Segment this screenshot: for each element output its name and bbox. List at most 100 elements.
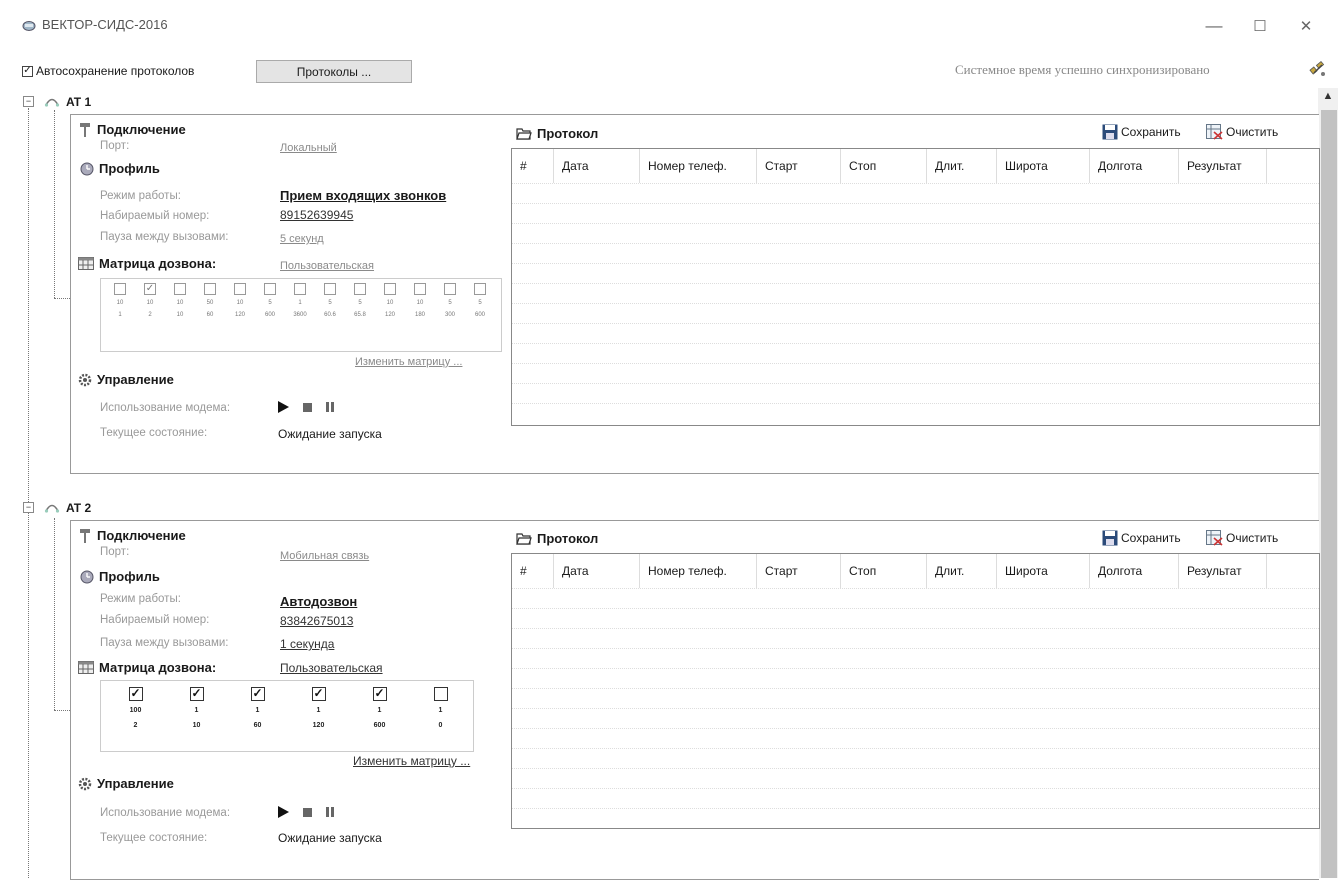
play-icon[interactable]	[278, 806, 289, 818]
column-header[interactable]: Старт	[757, 554, 841, 588]
matrix-checkbox[interactable]: ✓	[189, 687, 204, 701]
dial-number-link[interactable]: 83842675013	[280, 614, 353, 628]
column-header[interactable]: Дата	[554, 554, 640, 588]
table-row[interactable]	[512, 728, 1319, 748]
matrix-checkbox[interactable]	[354, 283, 366, 295]
column-header[interactable]: Стоп	[841, 149, 927, 183]
column-header[interactable]: Широта	[997, 149, 1090, 183]
table-row[interactable]	[512, 263, 1319, 283]
column-header[interactable]: #	[512, 149, 554, 183]
autosave-checkbox[interactable]: ✓ Автосохранение протоколов	[22, 64, 194, 78]
matrix-checkbox[interactable]	[433, 687, 448, 701]
matrix-checkbox[interactable]: ✓	[250, 687, 265, 701]
autosave-check-icon[interactable]: ✓	[22, 65, 33, 77]
close-button[interactable]: ✕	[1292, 14, 1320, 38]
column-header[interactable]: #	[512, 554, 554, 588]
column-header[interactable]: Широта	[997, 554, 1090, 588]
save-button[interactable]: Сохранить	[1102, 530, 1181, 546]
clear-button[interactable]: Очистить	[1206, 530, 1278, 546]
column-header[interactable]: Номер телеф.	[640, 554, 757, 588]
play-icon[interactable]	[278, 401, 289, 413]
matrix-checkbox[interactable]	[324, 283, 336, 295]
table-row[interactable]	[512, 183, 1319, 203]
column-header[interactable]: Результат	[1179, 149, 1267, 183]
table-row[interactable]	[512, 403, 1319, 423]
pause-value-link[interactable]: 1 секунда	[280, 637, 334, 651]
scrollbar-thumb[interactable]	[1321, 110, 1337, 878]
column-header[interactable]: Стоп	[841, 554, 927, 588]
matrix-checkbox[interactable]	[384, 283, 396, 295]
matrix-checkbox[interactable]	[264, 283, 276, 295]
scroll-up-icon[interactable]: ▲	[1318, 90, 1338, 108]
table-row[interactable]	[512, 383, 1319, 403]
matrix-checkbox[interactable]	[474, 283, 486, 295]
pause-icon[interactable]	[326, 402, 334, 412]
table-row[interactable]	[512, 708, 1319, 728]
save-button[interactable]: Сохранить	[1102, 124, 1181, 140]
column-header[interactable]: Длит.	[927, 149, 997, 183]
matrix-checkbox[interactable]: ✓	[128, 687, 143, 701]
table-row[interactable]	[512, 243, 1319, 263]
matrix-value-link[interactable]: Пользовательская	[280, 661, 383, 675]
table-row[interactable]	[512, 788, 1319, 808]
pause-value-link[interactable]: 5 секунд	[280, 233, 324, 245]
node-label[interactable]: AT 2	[66, 501, 91, 515]
table-row[interactable]	[512, 588, 1319, 608]
protocol-table[interactable]: # Дата Номер телеф. Старт Стоп Длит. Широта Дол…	[511, 553, 1320, 829]
dial-number-link[interactable]: 89152639945	[280, 208, 353, 222]
port-value-link[interactable]: Мобильная связь	[280, 550, 369, 562]
matrix-checkbox[interactable]	[114, 283, 126, 295]
table-row[interactable]	[512, 768, 1319, 788]
table-row[interactable]	[512, 648, 1319, 668]
stop-icon[interactable]	[303, 402, 312, 412]
pause-label: Пауза между вызовами:	[100, 637, 229, 649]
protocol-table[interactable]: # Дата Номер телеф. Старт Стоп Длит. Широта Дол…	[511, 148, 1320, 426]
port-value-link[interactable]: Локальный	[280, 142, 337, 154]
table-row[interactable]	[512, 688, 1319, 708]
table-row[interactable]	[512, 343, 1319, 363]
matrix-attempts: 1	[194, 707, 199, 714]
column-header[interactable]: Дата	[554, 149, 640, 183]
matrix-checkbox[interactable]	[294, 283, 306, 295]
table-row[interactable]	[512, 363, 1319, 383]
mode-value-link[interactable]: Автодозвон	[280, 594, 357, 609]
change-matrix-link[interactable]: Изменить матрицу ...	[355, 356, 462, 368]
stop-icon[interactable]	[303, 807, 312, 817]
column-header[interactable]: Долгота	[1090, 149, 1179, 183]
table-row[interactable]	[512, 223, 1319, 243]
matrix-checkbox[interactable]	[444, 283, 456, 295]
protocols-button[interactable]: Протоколы ...	[256, 60, 412, 83]
table-row[interactable]	[512, 628, 1319, 648]
table-row[interactable]	[512, 283, 1319, 303]
maximize-button[interactable]: ☐	[1246, 14, 1274, 38]
table-row[interactable]	[512, 608, 1319, 628]
column-header[interactable]: Старт	[757, 149, 841, 183]
table-row[interactable]	[512, 203, 1319, 223]
column-header[interactable]: Длит.	[927, 554, 997, 588]
table-row[interactable]	[512, 808, 1319, 828]
table-row[interactable]	[512, 303, 1319, 323]
modem-usage-label: Использование модема:	[100, 807, 231, 819]
column-header[interactable]: Номер телеф.	[640, 149, 757, 183]
pause-icon[interactable]	[326, 807, 334, 817]
mode-value-link[interactable]: Прием входящих звонков	[280, 188, 446, 203]
node-label[interactable]: AT 1	[66, 95, 91, 109]
column-header[interactable]: Долгота	[1090, 554, 1179, 588]
matrix-checkbox[interactable]: ✓	[372, 687, 387, 701]
matrix-checkbox[interactable]	[174, 283, 186, 295]
column-header[interactable]: Результат	[1179, 554, 1267, 588]
matrix-checkbox[interactable]: ✓	[144, 283, 156, 295]
matrix-checkbox[interactable]	[234, 283, 246, 295]
table-row[interactable]	[512, 668, 1319, 688]
tree-expander-at1[interactable]: −	[23, 96, 34, 107]
change-matrix-link[interactable]: Изменить матрицу ...	[353, 754, 470, 768]
matrix-value-link[interactable]: Пользовательская	[280, 260, 374, 272]
matrix-checkbox[interactable]: ✓	[311, 687, 326, 701]
tree-expander-at2[interactable]: −	[23, 502, 34, 513]
matrix-checkbox[interactable]	[204, 283, 216, 295]
table-row[interactable]	[512, 748, 1319, 768]
clear-button[interactable]: Очистить	[1206, 124, 1278, 140]
matrix-checkbox[interactable]	[414, 283, 426, 295]
minimize-button[interactable]: —	[1200, 14, 1228, 38]
table-row[interactable]	[512, 323, 1319, 343]
